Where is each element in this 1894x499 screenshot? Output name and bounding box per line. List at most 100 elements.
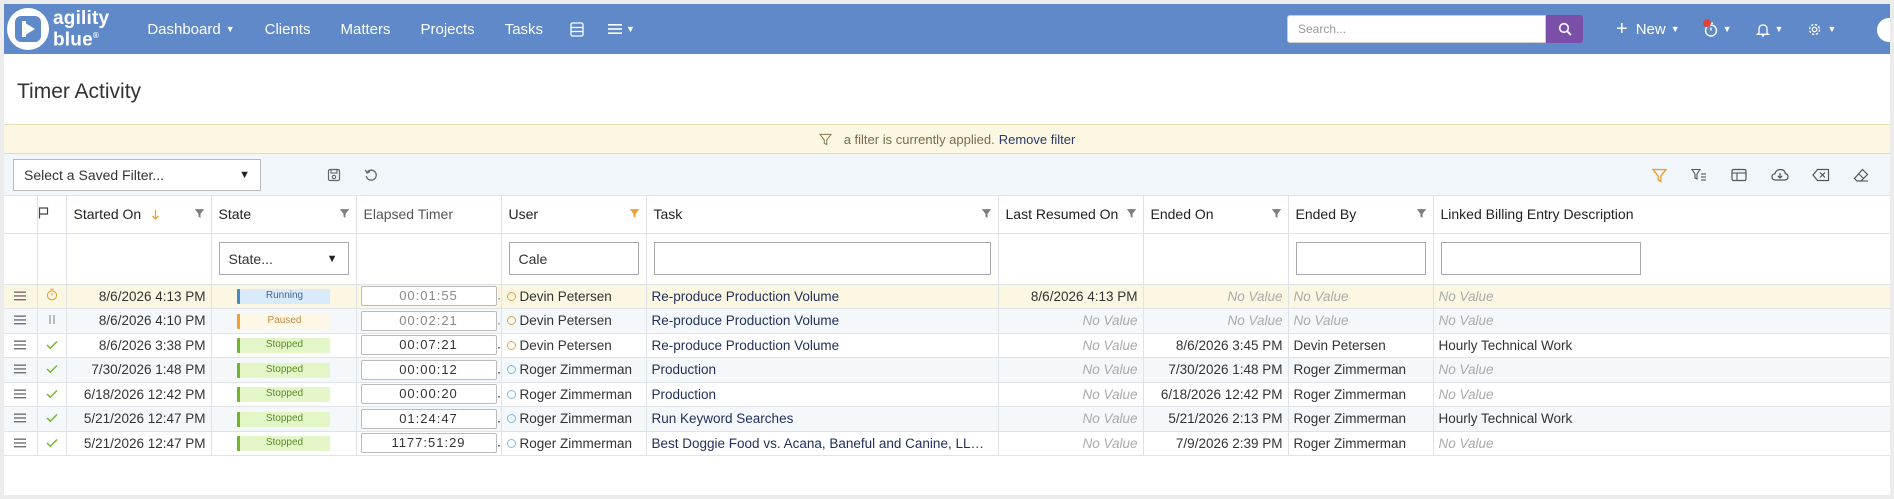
task-link[interactable]: Re-produce Production Volume	[646, 308, 999, 334]
row-menu-button[interactable]	[4, 357, 38, 383]
nav-storage-icon[interactable]	[558, 4, 596, 54]
check-icon	[46, 365, 57, 374]
user-cell: Roger Zimmerman	[501, 357, 647, 383]
funnel-icon	[1126, 209, 1136, 218]
task-link[interactable]: Production	[646, 357, 999, 383]
elapsed-timer-cell: 00:01:55	[356, 284, 502, 309]
eraser-icon[interactable]	[1852, 166, 1870, 184]
ended-by-cell: Roger Zimmerman	[1288, 406, 1434, 432]
row-menu-button[interactable]	[4, 431, 38, 456]
hamburger-icon	[14, 364, 27, 374]
filter-applied-banner: a filter is currently applied. Remove fi…	[4, 124, 1890, 154]
status-icon-cell	[37, 308, 67, 334]
state-cell: Stopped	[211, 406, 357, 432]
state-filter-select[interactable]: State... ▼	[218, 242, 349, 275]
task-link[interactable]: Run Keyword Searches	[646, 406, 999, 432]
nav-more-menu[interactable]: ▼	[596, 4, 647, 54]
table-row[interactable]: 6/18/2026 12:42 PM Stopped 00:00:20 Roger Z…	[4, 382, 1890, 407]
nav-clients[interactable]: Clients	[250, 4, 326, 54]
col-ended-on[interactable]: Ended On	[1143, 196, 1289, 234]
agility-blue-logo[interactable]: agility blue®	[7, 4, 109, 54]
table-row[interactable]: 7/30/2026 1:48 PM Stopped 00:00:12 Roger Zi…	[4, 357, 1890, 383]
ended-by-cell: Roger Zimmerman	[1288, 382, 1434, 407]
funnel-active-icon	[629, 209, 639, 218]
user-cell: Devin Petersen	[501, 333, 647, 358]
status-icon-cell	[37, 357, 67, 383]
remove-filter-link[interactable]: Remove filter	[999, 132, 1076, 147]
hamburger-icon	[14, 389, 27, 399]
task-link[interactable]: Production	[646, 382, 999, 407]
task-link[interactable]: Re-produce Production Volume	[646, 284, 999, 309]
settings-menu[interactable]: ▼	[1795, 4, 1848, 54]
search-button[interactable]	[1546, 15, 1583, 43]
timer-menu[interactable]: ▼	[1692, 4, 1744, 54]
linked-billing-cell: No Value	[1433, 431, 1890, 456]
table-row[interactable]: 5/21/2026 12:47 PM Stopped 1177:51:29 Roger…	[4, 431, 1890, 456]
header-row: Started On State Elapsed Timer User Task	[4, 196, 1890, 234]
nav-matters[interactable]: Matters	[325, 4, 405, 54]
elapsed-timer-display: 01:24:47	[360, 408, 497, 429]
funnel-icon	[339, 209, 349, 218]
chevron-down-icon: ▼	[1774, 24, 1784, 34]
row-menu-header	[4, 196, 38, 234]
filter-list-icon[interactable]	[1690, 166, 1708, 184]
row-menu-button[interactable]	[4, 333, 38, 358]
started-on-cell: 7/30/2026 1:48 PM	[66, 357, 212, 383]
elapsed-timer-cell: 00:00:12	[356, 357, 502, 383]
linked-billing-cell: No Value	[1433, 284, 1890, 309]
table-row[interactable]: 8/6/2026 4:13 PM Running 00:01:55 Devin Pet…	[4, 284, 1890, 309]
col-user[interactable]: User	[501, 196, 647, 234]
row-menu-button[interactable]	[4, 406, 38, 432]
linked-billing-cell: Hourly Technical Work	[1433, 406, 1890, 432]
bell-icon	[1755, 23, 1770, 37]
ended-by-filter-input[interactable]	[1295, 242, 1426, 275]
table-row[interactable]: 5/21/2026 12:47 PM Stopped 01:24:47 Roger Z…	[4, 406, 1890, 432]
logo-text: agility blue®	[53, 7, 110, 51]
status-flag-header	[37, 196, 67, 234]
col-ended-by[interactable]: Ended By	[1288, 196, 1434, 234]
saved-filter-select[interactable]: Select a Saved Filter... ▼	[13, 159, 261, 191]
state-badge: Stopped	[236, 436, 330, 452]
col-elapsed-timer[interactable]: Elapsed Timer	[356, 196, 502, 234]
ended-by-cell: Roger Zimmerman	[1288, 357, 1434, 383]
state-badge: Stopped	[236, 411, 330, 427]
elapsed-timer-display: 1177:51:29	[360, 433, 497, 454]
row-menu-button[interactable]	[4, 284, 38, 309]
nav-dashboard[interactable]: Dashboard ▼	[132, 4, 249, 54]
user-cell: Roger Zimmerman	[501, 406, 647, 432]
nav-tasks[interactable]: Tasks	[490, 4, 558, 54]
reset-filter-icon[interactable]	[362, 166, 380, 184]
cloud-download-icon[interactable]	[1771, 166, 1789, 184]
linked-billing-filter-input[interactable]	[1440, 242, 1641, 275]
col-task[interactable]: Task	[646, 196, 999, 234]
elapsed-timer-display: 00:02:21	[360, 310, 497, 331]
row-menu-button[interactable]	[4, 308, 38, 334]
columns-icon[interactable]	[1730, 166, 1748, 184]
stopwatch-icon	[46, 288, 57, 301]
clear-input-icon[interactable]	[1812, 166, 1830, 184]
hamburger-icon	[608, 24, 623, 34]
caret-down-icon: ▼	[326, 253, 338, 265]
col-started-on[interactable]: Started On	[66, 196, 212, 234]
funnel-icon	[194, 209, 204, 218]
save-filter-icon[interactable]	[325, 166, 343, 184]
col-last-resumed-on[interactable]: Last Resumed On	[998, 196, 1144, 234]
status-icon-cell	[37, 284, 67, 309]
user-filter-input[interactable]: Cale	[508, 242, 639, 275]
notifications-menu[interactable]: ▼	[1744, 4, 1796, 54]
user-avatar[interactable]	[1877, 18, 1890, 42]
table-row[interactable]: 8/6/2026 4:10 PM Paused 00:02:21 Devin Pete…	[4, 308, 1890, 334]
new-menu[interactable]: + New ▼	[1604, 4, 1692, 54]
row-menu-button[interactable]	[4, 382, 38, 407]
chevron-down-icon: ▼	[1722, 24, 1732, 34]
task-filter-input[interactable]	[653, 242, 991, 275]
col-state[interactable]: State	[211, 196, 357, 234]
col-linked-billing-entry-description[interactable]: Linked Billing Entry Description	[1433, 196, 1890, 234]
table-row[interactable]: 8/6/2026 3:38 PM Stopped 00:07:21 Devin Pet…	[4, 333, 1890, 358]
task-link[interactable]: Re-produce Production Volume	[646, 333, 999, 358]
user-status-dot	[506, 365, 516, 375]
filter-active-icon[interactable]	[1650, 166, 1668, 184]
nav-projects[interactable]: Projects	[406, 4, 490, 54]
task-link[interactable]: Best Doggie Food vs. Acana, Baneful and …	[646, 431, 999, 456]
search-input[interactable]: Search...	[1287, 15, 1546, 43]
